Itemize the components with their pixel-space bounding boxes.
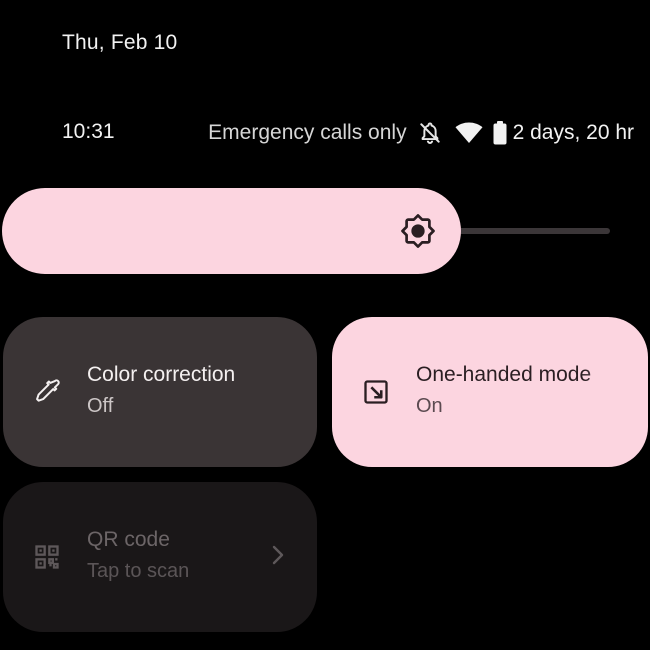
- tile-state: Tap to scan: [87, 560, 190, 582]
- qr-code-icon: [33, 482, 61, 632]
- battery-estimate: 2 days, 20 hr: [512, 121, 634, 144]
- tile-qr-code[interactable]: QR code Tap to scan: [3, 482, 317, 632]
- tile-one-handed-mode[interactable]: One-handed mode On: [332, 317, 648, 467]
- notifications-off-icon: [417, 120, 443, 146]
- status-icons: Emergency calls only 2 days, 20 hr: [208, 116, 634, 150]
- eyedropper-icon: [33, 317, 61, 467]
- clock: 10:31: [62, 120, 115, 143]
- carrier-status: Emergency calls only: [208, 121, 407, 144]
- brightness-track[interactable]: [442, 228, 610, 234]
- date-label: Thu, Feb 10: [62, 31, 178, 54]
- one-handed-mode-icon: [362, 317, 390, 467]
- brightness-slider[interactable]: [2, 188, 622, 274]
- chevron-right-icon: [271, 544, 285, 571]
- tile-title: Color correction: [87, 363, 236, 386]
- tile-title: QR code: [87, 528, 170, 551]
- brightness-fill[interactable]: [2, 188, 461, 274]
- wifi-icon: [455, 122, 483, 144]
- tile-state: Off: [87, 395, 114, 417]
- status-bar: 10:31 Emergency calls only 2 days, 20 hr: [0, 116, 650, 150]
- tile-color-correction[interactable]: Color correction Off: [3, 317, 317, 467]
- tile-title: One-handed mode: [416, 363, 592, 386]
- brightness-icon: [399, 212, 437, 250]
- battery-icon: [493, 121, 507, 145]
- tile-state: On: [416, 395, 443, 417]
